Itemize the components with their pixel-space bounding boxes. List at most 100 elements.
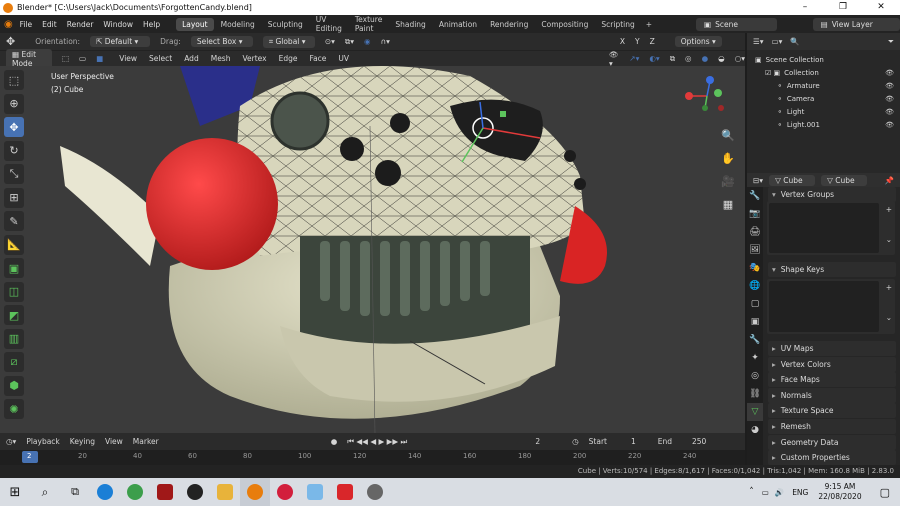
transform-orientation-dropdown[interactable]: ⌗ Global ▾ xyxy=(262,35,315,48)
tool-tab-icon[interactable]: 🔧 xyxy=(747,187,763,205)
view-menu[interactable]: View xyxy=(105,437,123,446)
move-icon[interactable]: ✥ xyxy=(4,117,24,137)
select-box-icon[interactable]: ⬚ xyxy=(4,70,24,90)
clock[interactable]: 9:15 AM 22/08/2020 xyxy=(818,482,861,502)
shape-keys-section[interactable]: Shape Keys xyxy=(768,262,896,277)
chrome-browser-icon[interactable] xyxy=(120,478,150,506)
visibility-eye-icon[interactable]: 👁 xyxy=(885,95,894,103)
windows-start-icon[interactable]: ⊞ xyxy=(0,478,30,506)
end-field[interactable]: 250 xyxy=(692,437,706,446)
tray-chevron-icon[interactable]: ˄ xyxy=(749,487,754,497)
blender-menu-icon[interactable]: ◉ xyxy=(4,19,14,30)
transform-icon[interactable]: ⊞ xyxy=(4,187,24,208)
loop-cut-icon[interactable]: ▥ xyxy=(4,328,24,349)
material-shading-icon[interactable]: ◒ xyxy=(718,54,725,63)
view-layer-selector[interactable]: ▤ View Layer xyxy=(812,17,900,31)
measure-icon[interactable]: 📐 xyxy=(4,234,24,255)
view-object-types-icon[interactable]: 👁▾ xyxy=(609,50,619,68)
display-mode-icon[interactable]: ▭▾ xyxy=(772,37,783,46)
preview-range-icon[interactable]: ◷ xyxy=(572,437,579,446)
particles-tab-icon[interactable]: ✦ xyxy=(747,349,763,367)
camera-view-icon[interactable]: 🎥 xyxy=(719,172,737,190)
volume-icon[interactable]: 🔊 xyxy=(775,488,784,497)
playback-controls[interactable]: ⏮ ◀◀ ◀ ▶ ▶▶ ⏭ xyxy=(347,437,407,447)
snap-icon[interactable]: ⧉▾ xyxy=(345,37,354,47)
tab-modeling[interactable]: Modeling xyxy=(215,18,261,31)
visibility-eye-icon[interactable]: 👁 xyxy=(885,69,894,77)
visibility-eye-icon[interactable]: 👁 xyxy=(885,82,894,90)
viewport-menu-select[interactable]: Select xyxy=(149,54,172,63)
output-tab-icon[interactable]: 🖨 xyxy=(747,223,763,241)
outliner-item-collection[interactable]: ☑ ▣ Collection 👁 xyxy=(747,66,900,79)
orientation-dropdown[interactable]: ⇱ Default ▾ xyxy=(90,36,151,47)
app-blue-icon[interactable] xyxy=(300,478,330,506)
section-remesh[interactable]: Remesh xyxy=(768,419,896,434)
properties-editor-icon[interactable]: ⊟▾ xyxy=(753,176,763,185)
section-face-maps[interactable]: Face Maps xyxy=(768,372,896,388)
menu-help[interactable]: Help xyxy=(143,20,160,29)
ortho-grid-icon[interactable]: ▦ xyxy=(719,195,737,213)
notifications-icon[interactable]: ▢ xyxy=(880,486,890,499)
shape-keys-listbox[interactable] xyxy=(769,281,879,332)
start-field[interactable]: 1 xyxy=(631,437,636,446)
network-icon[interactable]: ▭ xyxy=(762,488,769,497)
mesh-name-field[interactable]: ▽ Cube xyxy=(821,174,868,186)
collection-tab-icon[interactable]: ▢ xyxy=(747,295,763,313)
viewport-menu-vertex[interactable]: Vertex xyxy=(242,54,266,63)
viewport-menu-view[interactable]: View xyxy=(119,54,137,63)
render-tab-icon[interactable]: 📷 xyxy=(747,205,763,223)
poly-build-icon[interactable]: ⬢ xyxy=(4,375,24,396)
section-vertex-colors[interactable]: Vertex Colors xyxy=(768,356,896,372)
section-geometry-data[interactable]: Geometry Data xyxy=(768,434,896,450)
vertex-group-menu-icon[interactable]: ⌄ xyxy=(886,235,892,244)
pan-hand-icon[interactable]: ✋ xyxy=(719,149,737,167)
playhead[interactable]: 2 xyxy=(22,451,38,463)
tab-scripting[interactable]: Scripting xyxy=(595,18,640,31)
tab-compositing[interactable]: Compositing xyxy=(535,18,594,31)
face-select-icon[interactable]: ■ xyxy=(96,54,103,63)
world-tab-icon[interactable]: 🌐 xyxy=(747,277,763,295)
app-gear-icon[interactable] xyxy=(360,478,390,506)
modifier-tab-icon[interactable]: 🔧 xyxy=(747,331,763,349)
search-icon[interactable]: ⌕ xyxy=(30,478,60,506)
maximize-button[interactable]: ❐ xyxy=(824,0,862,15)
menu-window[interactable]: Window xyxy=(103,20,133,29)
3d-viewport[interactable]: User Perspective (2) Cube 🔍 ✋ 🎥 ▦ xyxy=(0,66,745,433)
mirror-x-toggle[interactable]: X xyxy=(620,37,625,46)
app-red-icon[interactable] xyxy=(150,478,180,506)
zoom-icon[interactable]: 🔍 xyxy=(719,126,737,144)
section-uv-maps[interactable]: UV Maps xyxy=(768,341,896,356)
outliner-editor-icon[interactable]: ☰▾ xyxy=(753,37,764,46)
options-dropdown[interactable]: Options ▾ xyxy=(674,36,722,47)
app-fl-icon[interactable] xyxy=(330,478,360,506)
record-icon[interactable]: ● xyxy=(331,437,338,446)
edge-select-icon[interactable]: ▭ xyxy=(79,54,86,63)
outliner-search-icon[interactable]: 🔍 xyxy=(790,37,799,46)
transform-tool-icon[interactable]: ✥ xyxy=(6,35,15,48)
keying-menu[interactable]: Keying xyxy=(70,437,95,446)
viewport-menu-face[interactable]: Face xyxy=(309,54,326,63)
outliner-item-light[interactable]: ⚬ Light 👁 xyxy=(747,105,900,118)
cursor-icon[interactable]: ⊕ xyxy=(4,93,24,114)
inset-icon[interactable]: ◫ xyxy=(4,281,24,302)
outliner-item-light-001[interactable]: ⚬ Light.001 👁 xyxy=(747,118,900,131)
gizmo-toggle-icon[interactable]: ↗▾ xyxy=(629,54,639,63)
pivot-icon[interactable]: ⊙▾ xyxy=(325,37,335,46)
add-workspace-button[interactable]: + xyxy=(646,20,652,29)
scene-tab-icon[interactable]: 🎭 xyxy=(747,259,763,277)
pin-icon[interactable]: 📌 xyxy=(885,176,894,185)
section-texture-space[interactable]: Texture Space xyxy=(768,403,896,419)
tab-rendering[interactable]: Rendering xyxy=(484,18,534,31)
blender-taskbar-icon[interactable] xyxy=(240,478,270,506)
app-ruby-icon[interactable] xyxy=(270,478,300,506)
section-normals[interactable]: Normals xyxy=(768,387,896,403)
language-indicator[interactable]: ENG xyxy=(792,488,808,497)
add-shape-key-icon[interactable]: + xyxy=(886,283,892,292)
solid-shading-icon[interactable]: ● xyxy=(702,54,709,63)
outliner-item-armature[interactable]: ⚬ Armature 👁 xyxy=(747,79,900,92)
scene-collection-row[interactable]: ▣ Scene Collection xyxy=(747,53,900,66)
menu-file[interactable]: File xyxy=(20,20,33,29)
vertex-groups-listbox[interactable] xyxy=(769,203,879,253)
menu-edit[interactable]: Edit xyxy=(42,20,57,29)
minimize-button[interactable]: – xyxy=(786,0,824,15)
